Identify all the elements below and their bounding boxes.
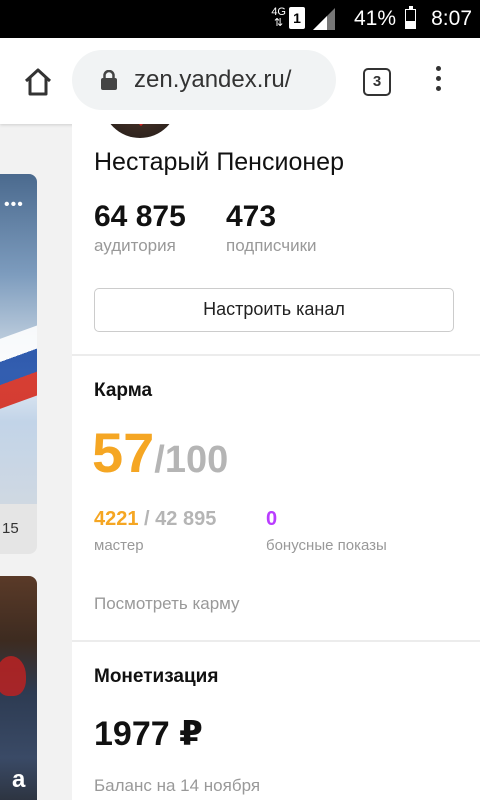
feed-card[interactable]: а	[0, 576, 37, 800]
police-emblem-image	[0, 656, 26, 696]
master-label: мастер	[94, 537, 144, 554]
balance-label: Баланс на 14 ноября	[94, 776, 261, 795]
karma-title: Карма	[94, 380, 153, 401]
clock: 8:07	[431, 7, 472, 30]
monetization-amount: 1977 ₽	[94, 715, 203, 753]
more-icon[interactable]: •••	[4, 196, 24, 214]
bonus-value: 0	[266, 508, 278, 530]
avatar[interactable]	[102, 124, 178, 138]
battery-percent: 41%	[353, 7, 396, 30]
status-bar: 4G ⇅ 1 41% 8:07	[0, 0, 480, 38]
karma-score: 57/100	[92, 420, 228, 485]
more-menu-icon[interactable]	[430, 66, 446, 98]
karma-score-value: 57	[92, 421, 155, 484]
sim-indicator: 1	[289, 7, 305, 29]
browser-toolbar: zen.yandex.ru/ 3	[0, 38, 480, 124]
channel-panel: Нестарый Пенсионер 64 875 аудитория 473 …	[72, 124, 480, 800]
page-content: ••• 15 а Нестарый Пенсионер 64 875 аудит…	[0, 124, 480, 800]
monetization-title: Монетизация	[94, 666, 219, 687]
lock-icon	[101, 70, 117, 90]
subscribers-label: подписчики	[226, 236, 317, 255]
channel-name[interactable]: Нестарый Пенсионер	[94, 148, 344, 177]
home-icon[interactable]	[18, 62, 58, 102]
divider	[72, 640, 480, 642]
karma-score-total: /100	[154, 439, 229, 481]
network-type: 4G ⇅	[271, 6, 286, 29]
bonus-label: бонусные показы	[266, 537, 387, 554]
bonus-stat: 0 бонусные показы	[266, 508, 387, 554]
divider	[72, 354, 480, 356]
signal-icon	[313, 8, 335, 30]
url-text[interactable]: zen.yandex.ru/	[134, 66, 291, 94]
view-karma-link[interactable]: Посмотреть карму	[94, 594, 240, 614]
audience-value: 64 875	[94, 200, 186, 233]
subscribers-value: 473	[226, 200, 277, 233]
feed-card-count: 15	[2, 520, 19, 537]
master-stat: 4221 / 42 895 мастер	[94, 508, 216, 554]
address-bar[interactable]: zen.yandex.ru/	[72, 50, 336, 110]
master-value: 4221	[94, 508, 139, 530]
audience-label: аудитория	[94, 236, 176, 255]
subscribers-stat: 473 подписчики	[226, 200, 317, 256]
channel-settings-button[interactable]: Настроить канал	[94, 288, 454, 332]
audience-stat: 64 875 аудитория	[94, 200, 186, 256]
battery-icon	[405, 6, 416, 29]
tabs-button[interactable]: 3	[363, 68, 391, 96]
master-total: / 42 895	[138, 508, 217, 530]
feed-card-title: а	[12, 766, 26, 793]
feed-card[interactable]: ••• 15	[0, 174, 37, 554]
